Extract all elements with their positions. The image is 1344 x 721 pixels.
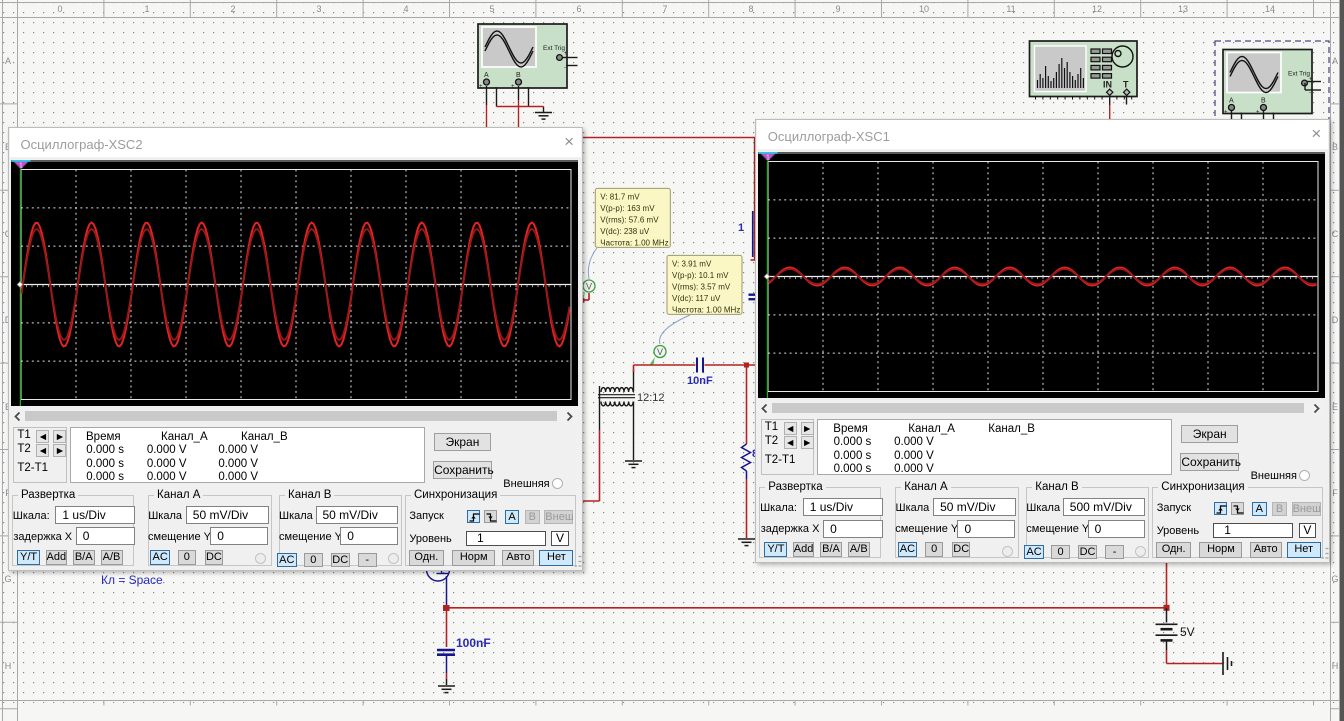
svg-text:B: B <box>1332 142 1338 152</box>
svg-text:G: G <box>4 574 11 584</box>
svg-text:F: F <box>1332 488 1338 498</box>
svg-text:-: - <box>564 65 566 71</box>
svg-text:10: 10 <box>919 4 929 14</box>
svg-text:+: + <box>511 84 515 90</box>
svg-text:1: 1 <box>19 162 23 169</box>
svg-text:3: 3 <box>316 4 321 14</box>
svg-text:8: 8 <box>748 4 753 14</box>
svg-text:Кл = Space: Кл = Space <box>101 573 163 587</box>
svg-text:1: 1 <box>766 154 770 161</box>
svg-text:1: 1 <box>738 222 744 234</box>
svg-text:V(p-p): 163 mV: V(p-p): 163 mV <box>600 204 655 213</box>
svg-text:4: 4 <box>403 4 408 14</box>
svg-text:1: 1 <box>144 4 149 14</box>
svg-text:Ext Trig: Ext Trig <box>543 45 565 52</box>
svg-text:V: V <box>657 347 663 357</box>
svg-text:A: A <box>484 72 489 79</box>
svg-text:V(dc): 238 uV: V(dc): 238 uV <box>600 227 650 236</box>
svg-text:V: 3.91 mV: V: 3.91 mV <box>672 259 712 268</box>
svg-text:11: 11 <box>1006 4 1015 14</box>
svg-text:V(rms): 57.6 mV: V(rms): 57.6 mV <box>600 215 659 224</box>
svg-text:7: 7 <box>662 4 667 14</box>
svg-text:Частота: 1.00 MHz: Частота: 1.00 MHz <box>672 305 740 314</box>
svg-text:0: 0 <box>57 4 62 14</box>
svg-text:12: 12 <box>1092 4 1102 14</box>
svg-text:12:12: 12:12 <box>637 392 665 404</box>
svg-text:A: A <box>1229 98 1234 105</box>
svg-text:6: 6 <box>576 4 581 14</box>
svg-text:2: 2 <box>230 4 235 14</box>
svg-text:V(rms): 3.57 mV: V(rms): 3.57 mV <box>672 282 731 291</box>
svg-text:A: A <box>1332 56 1338 66</box>
svg-text:14: 14 <box>1265 4 1275 14</box>
svg-text:IN: IN <box>1103 80 1112 90</box>
svg-text:+: + <box>479 84 483 90</box>
svg-text:T: T <box>1123 80 1129 90</box>
svg-text:V(p-p): 10.1 mV: V(p-p): 10.1 mV <box>672 271 729 280</box>
svg-text:Ext Trig: Ext Trig <box>1288 71 1310 78</box>
svg-text:100nF: 100nF <box>456 636 491 650</box>
svg-text:V: V <box>586 282 592 292</box>
svg-text:C: C <box>1332 229 1339 239</box>
svg-text:Частота: 1.00 MHz: Частота: 1.00 MHz <box>600 238 668 247</box>
svg-text:+: + <box>564 51 568 57</box>
svg-text:E: E <box>1332 402 1338 412</box>
svg-text:+: + <box>1256 110 1260 116</box>
svg-text:5V: 5V <box>1180 625 1195 639</box>
svg-text:13: 13 <box>1178 4 1188 14</box>
svg-text:H: H <box>5 661 12 671</box>
svg-text:D: D <box>1332 315 1339 325</box>
svg-text:+: + <box>1224 110 1228 116</box>
svg-text:V: 81.7 mV: V: 81.7 mV <box>600 192 640 201</box>
svg-text:B: B <box>1261 98 1266 105</box>
svg-text:H: H <box>1332 661 1339 671</box>
svg-text:10nF: 10nF <box>687 375 713 387</box>
svg-text:-: - <box>1309 91 1311 97</box>
svg-text:5: 5 <box>489 4 494 14</box>
svg-text:A: A <box>5 56 11 66</box>
svg-text:9: 9 <box>835 4 840 14</box>
svg-text:G: G <box>1331 574 1338 584</box>
svg-text:B: B <box>516 72 521 79</box>
svg-text:V(dc): 117 uV: V(dc): 117 uV <box>672 294 721 303</box>
